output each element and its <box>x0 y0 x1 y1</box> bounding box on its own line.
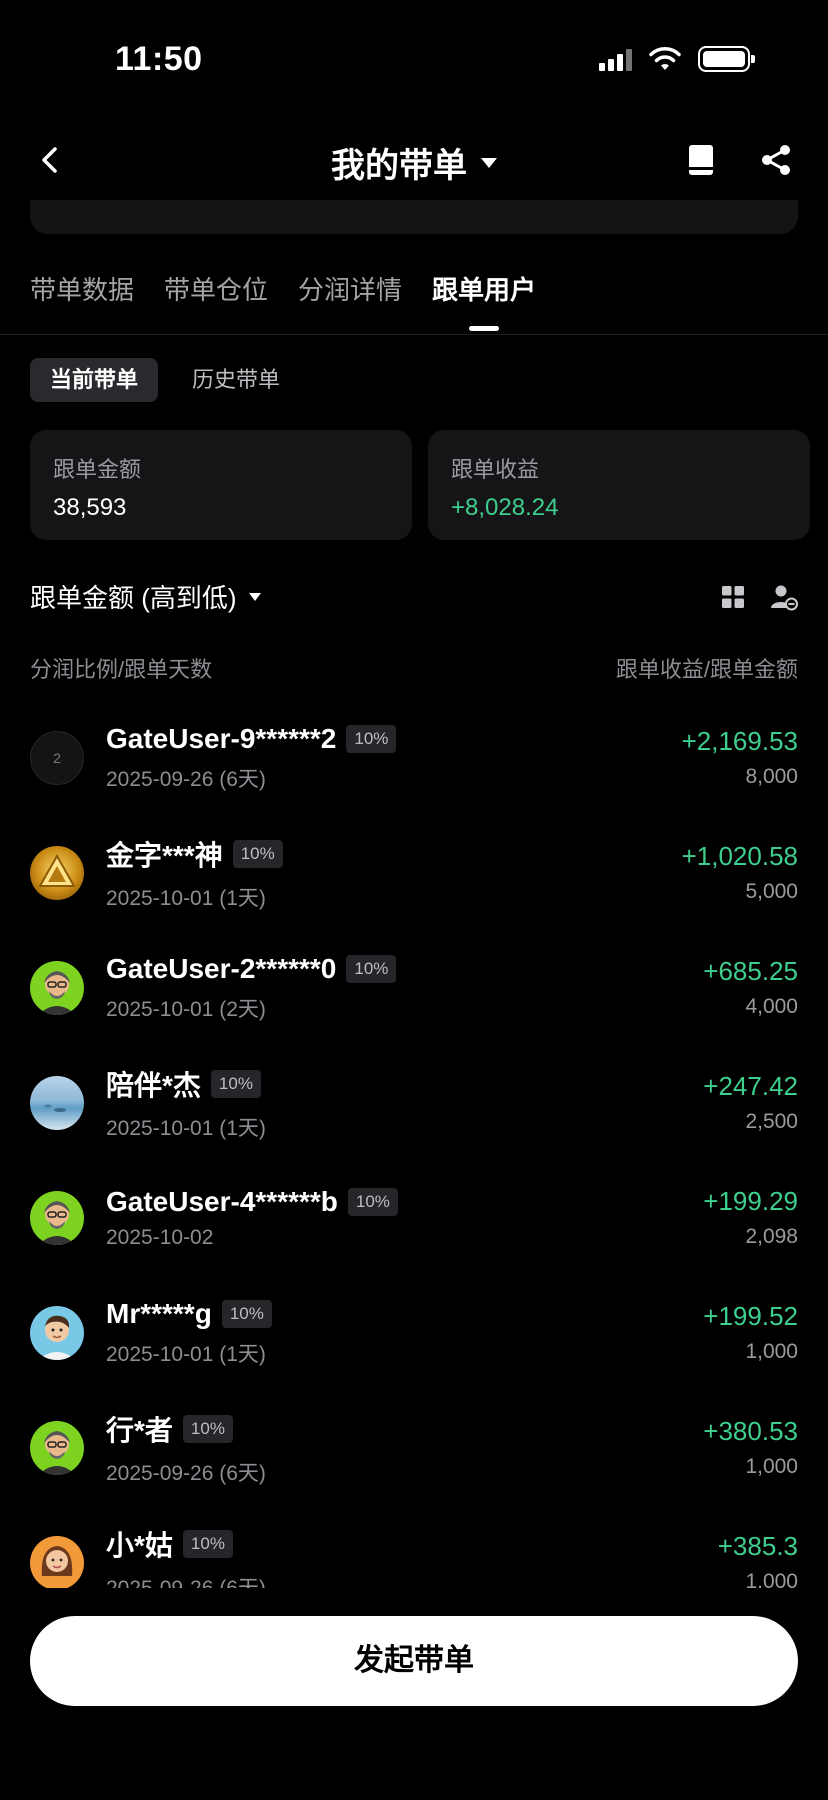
tabs-divider <box>0 334 828 335</box>
follow-amount: 8,000 <box>745 765 798 788</box>
profit-share-badge: 10% <box>182 1414 233 1443</box>
avatar <box>30 1305 84 1360</box>
follow-date: 2025-10-02 <box>106 1225 214 1249</box>
username: 陪伴*杰 <box>106 1069 201 1101</box>
cellular-signal-icon <box>599 47 632 71</box>
tab-followers[interactable]: 跟单用户 <box>432 270 536 319</box>
remove-user-icon[interactable] <box>770 583 798 611</box>
bottom-bar: 发起带单 <box>0 1588 828 1800</box>
follow-amount: 2,500 <box>745 1110 798 1133</box>
profit-share-badge: 10% <box>232 839 283 868</box>
follow-date: 2025-09-26 (6天) <box>106 1576 266 1589</box>
follow-profit: +385.3 <box>717 1531 798 1561</box>
follow-date: 2025-09-26 (6天) <box>106 1461 266 1485</box>
follower-list: 2 GateUser-9******2 10% 2025-09-26 (6天) +… <box>30 700 798 1588</box>
copy-amount-label: 跟单金额 <box>53 457 142 482</box>
copy-profit-card: 跟单收益 +8,028.24 <box>428 430 810 540</box>
summary-cards: 跟单金额 38,593 跟单收益 +8,028.24 <box>30 430 810 540</box>
username: GateUser-9******2 <box>106 722 337 754</box>
username: 金字***神 <box>106 839 223 871</box>
follow-amount: 2,098 <box>745 1225 798 1248</box>
book-icon[interactable] <box>682 142 718 178</box>
segment-history[interactable]: 历史带单 <box>172 358 300 402</box>
follow-amount: 1,000 <box>745 1455 798 1478</box>
header-card <box>30 200 798 234</box>
tab-lead-data[interactable]: 带单数据 <box>30 270 134 319</box>
sort-label: 跟单金额 (高到低) <box>30 583 237 613</box>
grid-view-icon[interactable] <box>720 584 746 610</box>
follow-profit: +199.52 <box>703 1301 798 1331</box>
wifi-icon <box>649 47 681 70</box>
follow-date: 2025-10-01 (2天) <box>106 997 266 1021</box>
copy-profit-label: 跟单收益 <box>451 457 540 482</box>
profit-share-badge: 10% <box>346 954 397 983</box>
column-right-header: 跟单收益/跟单金额 <box>615 657 798 682</box>
follow-profit: +1,020.58 <box>681 841 798 871</box>
status-bar: 11:50 <box>0 0 828 120</box>
status-time: 11:50 <box>115 40 203 78</box>
avatar <box>30 1420 84 1475</box>
avatar-placeholder-text: 2 <box>53 749 61 766</box>
follow-date: 2025-09-26 (6天) <box>106 767 266 791</box>
avatar: 2 <box>30 730 84 785</box>
follow-amount: 1,000 <box>745 1340 798 1363</box>
profit-share-badge: 10% <box>182 1529 233 1558</box>
tab-profit-share[interactable]: 分润详情 <box>298 270 402 319</box>
list-item[interactable]: 行*者 10% 2025-09-26 (6天) +380.53 1,000 <box>30 1390 798 1505</box>
segment-current[interactable]: 当前带单 <box>30 358 159 402</box>
follow-profit: +2,169.53 <box>681 726 798 756</box>
start-lead-button[interactable]: 发起带单 <box>30 1616 798 1706</box>
sort-row: 跟单金额 (高到低) <box>30 578 798 615</box>
username: GateUser-2******0 <box>106 952 337 984</box>
list-item[interactable]: 金字***神 10% 2025-10-01 (1天) +1,020.58 5,00… <box>30 815 798 930</box>
profit-share-badge: 10% <box>347 1187 398 1216</box>
list-item[interactable]: GateUser-4******b 10% 2025-10-02 +199.29 … <box>30 1160 798 1275</box>
follow-profit: +199.29 <box>703 1186 798 1216</box>
username: Mr*****g <box>106 1297 212 1329</box>
follow-date: 2025-10-01 (1天) <box>106 886 266 910</box>
sort-dropdown[interactable]: 跟单金额 (高到低) <box>30 578 261 615</box>
page-title-text: 我的带单 <box>331 147 467 185</box>
follow-profit: +247.42 <box>703 1071 798 1101</box>
battery-icon <box>698 46 755 72</box>
username: GateUser-4******b <box>106 1185 338 1217</box>
follow-date: 2025-10-01 (1天) <box>106 1342 266 1366</box>
profit-share-badge: 10% <box>221 1299 272 1328</box>
follow-profit: +685.25 <box>703 956 798 986</box>
column-headers: 分润比例/跟单天数 跟单收益/跟单金额 <box>30 652 798 684</box>
share-icon[interactable] <box>758 142 794 178</box>
list-item[interactable]: GateUser-2******0 10% 2025-10-01 (2天) +68… <box>30 930 798 1045</box>
copy-amount-card: 跟单金额 38,593 <box>30 430 412 540</box>
profit-share-badge: 10% <box>346 724 397 753</box>
avatar <box>30 1190 84 1245</box>
list-item[interactable]: 2 GateUser-9******2 10% 2025-09-26 (6天) +… <box>30 700 798 815</box>
avatar <box>30 960 84 1015</box>
follow-amount: 4,000 <box>745 995 798 1018</box>
list-item[interactable]: 小*姑 10% 2025-09-26 (6天) +385.3 1,000 <box>30 1505 798 1588</box>
chevron-down-icon <box>248 592 261 601</box>
column-left-header: 分润比例/跟单天数 <box>30 657 213 682</box>
follow-date: 2025-10-01 (1天) <box>106 1116 266 1140</box>
profit-share-badge: 10% <box>210 1069 261 1098</box>
username: 行*者 <box>106 1414 173 1446</box>
follow-amount: 5,000 <box>745 880 798 903</box>
list-item[interactable]: Mr*****g 10% 2025-10-01 (1天) +199.52 1,00… <box>30 1275 798 1390</box>
list-item[interactable]: 陪伴*杰 10% 2025-10-01 (1天) +247.42 2,500 <box>30 1045 798 1160</box>
tab-bar: 带单数据 带单仓位 分润详情 跟单用户 <box>30 270 536 319</box>
avatar <box>30 1535 84 1588</box>
follow-profit: +380.53 <box>703 1416 798 1446</box>
nav-bar: 我的带单 <box>0 120 828 200</box>
status-icons <box>599 46 755 72</box>
username: 小*姑 <box>106 1529 173 1561</box>
follow-amount: 1,000 <box>745 1570 798 1588</box>
copy-amount-value: 38,593 <box>53 494 127 521</box>
copy-profit-value: +8,028.24 <box>451 494 559 521</box>
avatar <box>30 845 84 900</box>
chevron-down-icon <box>481 157 497 168</box>
avatar <box>30 1075 84 1130</box>
segmented-control: 当前带单 历史带单 <box>30 358 300 402</box>
tab-lead-positions[interactable]: 带单仓位 <box>164 270 268 319</box>
